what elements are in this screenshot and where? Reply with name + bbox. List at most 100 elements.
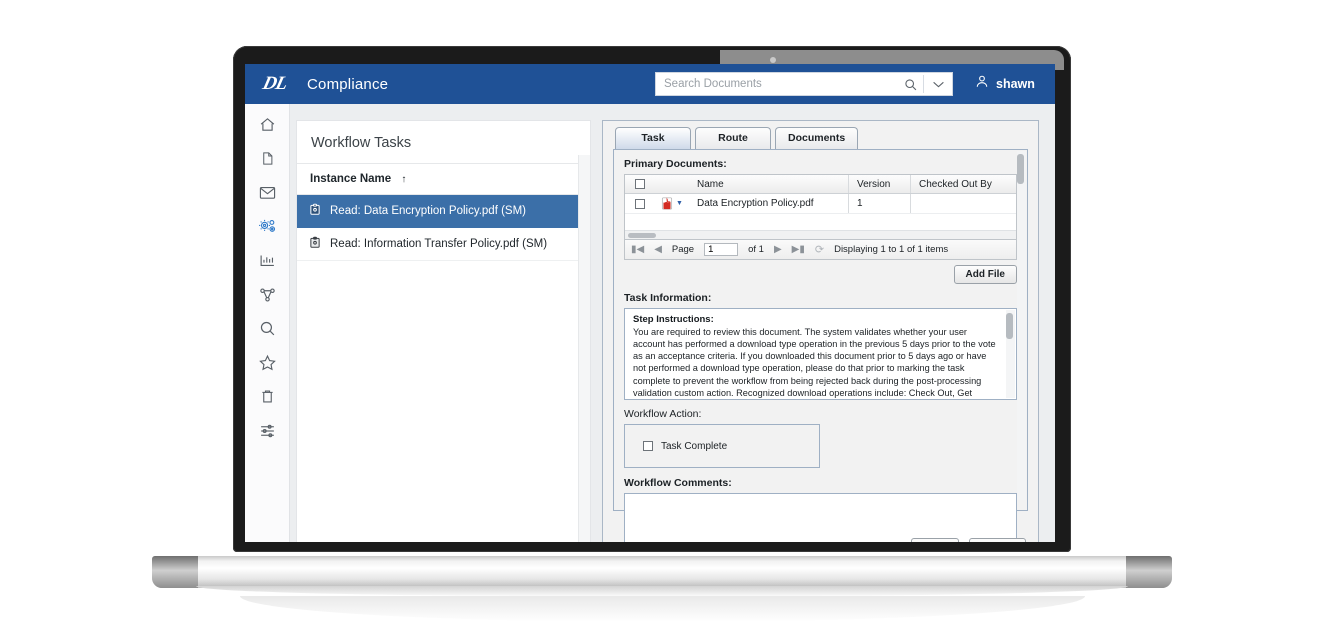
next-page-icon[interactable]: ▶ — [774, 244, 782, 255]
task-information-label: Task Information: — [624, 292, 712, 304]
sidebar-item-search[interactable] — [245, 314, 290, 348]
checkbox-box — [635, 179, 645, 189]
task-icon — [309, 203, 321, 219]
task-list-item[interactable]: Read: Information Transfer Policy.pdf (S… — [297, 228, 590, 261]
sidebar-item-settings[interactable] — [245, 416, 290, 450]
laptop-base-foot — [196, 586, 1128, 596]
search-input[interactable] — [656, 73, 897, 95]
grid-header-name[interactable]: Name — [689, 179, 848, 190]
mail-icon — [259, 185, 276, 205]
main-content: Workflow Tasks Instance Name ↑ Read: Dat… — [290, 104, 1055, 542]
search-icon[interactable] — [897, 78, 923, 91]
pager-page-label: Page — [671, 244, 695, 255]
grid-vertical-scrollbar[interactable] — [1017, 151, 1026, 500]
last-page-icon[interactable]: ▶▮ — [792, 244, 805, 255]
step-instructions-label: Step Instructions: — [633, 314, 714, 325]
sidebar-rail — [245, 104, 290, 542]
workflow-action-label: Workflow Action: — [624, 408, 702, 420]
scrollbar-thumb[interactable] — [1006, 313, 1013, 339]
tab-documents[interactable]: Documents — [775, 127, 859, 149]
row-checked-out-by — [910, 194, 1016, 213]
task-list-item-label: Read: Information Transfer Policy.pdf (S… — [330, 238, 548, 250]
workflow-action-box: Task Complete — [624, 424, 820, 468]
task-information-scrollbar[interactable] — [1006, 310, 1015, 398]
first-page-icon[interactable]: ▮◀ — [631, 244, 644, 255]
sidebar-item-inbox[interactable] — [245, 178, 290, 212]
document-icon — [260, 150, 275, 172]
task-list-item-label: Read: Data Encryption Policy.pdf (SM) — [330, 205, 527, 217]
search-bar[interactable] — [655, 72, 953, 96]
user-menu[interactable]: shawn — [975, 74, 1035, 94]
grid-empty-space — [625, 214, 1016, 230]
task-information-box: Step Instructions: You are required to r… — [624, 308, 1017, 400]
tab-route[interactable]: Route — [695, 127, 771, 149]
laptop-mockup: DL Compliance Search Documents shawn Wor… — [0, 0, 1323, 631]
tab-route-label: Route — [718, 132, 748, 144]
cancel-button[interactable]: Cancel — [969, 538, 1026, 542]
app-body: Workflow Tasks Instance Name ↑ Read: Dat… — [245, 104, 1055, 542]
pager-of-label: of 1 — [748, 244, 764, 255]
ok-button[interactable]: OK — [911, 538, 960, 542]
pager-page-input[interactable] — [704, 243, 739, 256]
scrollbar-thumb[interactable] — [1017, 154, 1024, 184]
sidebar-item-favorites[interactable] — [245, 348, 290, 382]
select-all-checkbox[interactable] — [625, 179, 655, 189]
add-file-row: Add File — [624, 265, 1017, 284]
sidebar-item-trash[interactable] — [245, 382, 290, 416]
task-list-scrollbar[interactable] — [578, 155, 590, 542]
sliders-icon — [259, 423, 276, 444]
sidebar-item-processes[interactable] — [245, 280, 290, 314]
row-checkbox[interactable] — [625, 198, 655, 209]
sidebar-item-home[interactable] — [245, 110, 290, 144]
grid-pager: ▮◀ ◀ Page of 1 ▶ ▶▮ ⟳ Displaying 1 to 1 … — [624, 240, 1017, 260]
pdf-icon[interactable] — [661, 197, 673, 210]
laptop-base-left-edge — [152, 556, 198, 588]
avatar — [975, 74, 989, 94]
table-row[interactable]: ▼ Data Encryption Policy.pdf 1 — [625, 194, 1016, 214]
tab-documents-label: Documents — [788, 132, 846, 144]
laptop-reflection — [240, 596, 1085, 622]
row-file-icon-cell: ▼ — [655, 197, 689, 210]
app-logo[interactable]: DL — [255, 72, 295, 96]
task-detail-panel: Task Route Documents Primary Documents: — [602, 120, 1039, 542]
row-document-name[interactable]: Data Encryption Policy.pdf — [689, 198, 848, 209]
previous-page-icon[interactable]: ◀ — [654, 244, 662, 255]
app-logo-text: DL — [260, 73, 290, 94]
primary-documents-grid: Name Version Checked Out By ▼ Data Encry… — [624, 151, 1026, 500]
workflow-tasks-panel: Workflow Tasks Instance Name ↑ Read: Dat… — [296, 120, 591, 542]
grid-header-version[interactable]: Version — [848, 175, 910, 193]
search-icon — [259, 320, 276, 342]
pager-status: Displaying 1 to 1 of 1 items — [834, 244, 949, 255]
column-header-instance-name[interactable]: Instance Name ↑ — [297, 164, 590, 195]
sidebar-item-workflow-admin[interactable] — [245, 212, 290, 246]
add-file-button[interactable]: Add File — [953, 265, 1017, 284]
laptop-base-right-edge — [1126, 556, 1172, 588]
laptop-screen: DL Compliance Search Documents shawn Wor… — [245, 64, 1055, 542]
node-graph-icon — [259, 287, 276, 308]
page-title: Workflow Tasks — [297, 121, 590, 164]
caret-down-icon[interactable]: ▼ — [676, 200, 683, 207]
workflow-comments-label: Workflow Comments: — [624, 477, 732, 489]
step-instructions-text: You are required to review this document… — [633, 327, 996, 398]
checkbox-box — [635, 198, 645, 209]
sidebar-item-documents[interactable] — [245, 144, 290, 178]
sidebar-item-reports[interactable] — [245, 246, 290, 280]
refresh-icon[interactable]: ⟳ — [815, 243, 824, 256]
star-icon — [258, 354, 276, 376]
webcam-icon — [770, 57, 776, 63]
trash-icon — [260, 388, 275, 410]
task-complete-checkbox[interactable] — [643, 441, 653, 451]
clipboard-icon — [309, 236, 321, 252]
grid-header-checked-out-by[interactable]: Checked Out By — [910, 175, 1016, 193]
home-icon — [259, 116, 276, 138]
chevron-down-icon[interactable] — [924, 80, 952, 89]
grid-header-row: Name Version Checked Out By — [625, 175, 1016, 194]
task-list-item[interactable]: Read: Data Encryption Policy.pdf (SM) — [297, 195, 590, 228]
scrollbar-thumb[interactable] — [628, 233, 656, 238]
bar-chart-icon — [259, 253, 276, 273]
primary-documents-label: Primary Documents: — [624, 158, 727, 170]
detail-tabs: Task Route Documents — [603, 121, 1038, 149]
grid-horizontal-scrollbar[interactable] — [625, 230, 1016, 239]
task-complete-label: Task Complete — [661, 440, 728, 452]
tab-task[interactable]: Task — [615, 127, 691, 149]
